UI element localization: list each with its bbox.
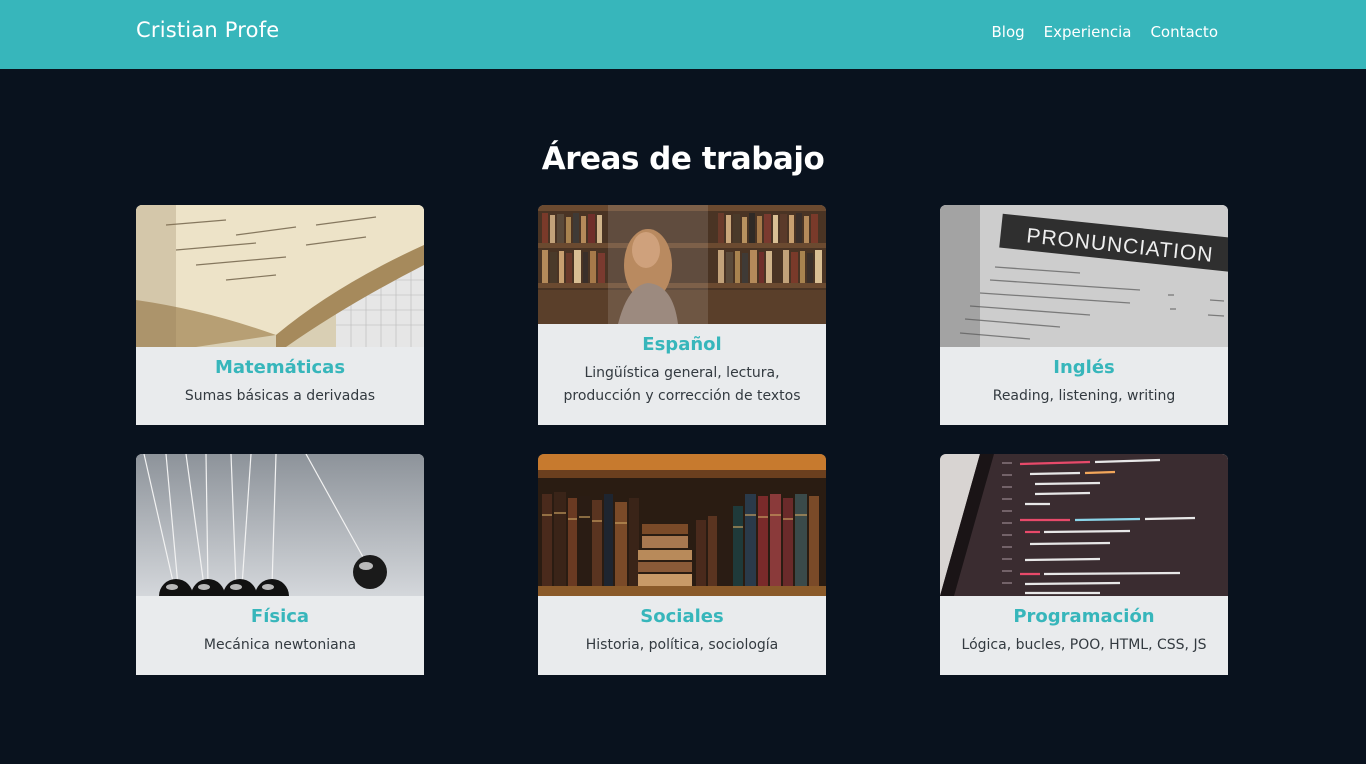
card-fisica[interactable]: Física Mecánica newtoniana bbox=[136, 454, 424, 675]
card-description: Historia, política, sociología bbox=[585, 637, 779, 653]
card-description: Reading, listening, writing bbox=[992, 388, 1176, 404]
navbar: Cristian Profe Blog Experiencia Contacto bbox=[0, 0, 1366, 69]
card-image-library bbox=[538, 205, 826, 324]
card-ingles[interactable]: PRONUNCIATION Inglés Reading, listening,… bbox=[940, 205, 1228, 425]
card-body: Español Lingüística general, lectura, pr… bbox=[538, 324, 826, 408]
card-title: Física bbox=[250, 606, 310, 627]
card-image-old-books bbox=[538, 454, 826, 596]
card-image-math-notebook bbox=[136, 205, 424, 347]
nav-links: Blog Experiencia Contacto bbox=[992, 23, 1219, 41]
card-body: Matemáticas Sumas básicas a derivadas bbox=[136, 347, 424, 408]
card-title: Matemáticas bbox=[214, 357, 346, 378]
card-image-newtons-cradle bbox=[136, 454, 424, 596]
card-body: Física Mecánica newtoniana bbox=[136, 596, 424, 657]
card-title: Inglés bbox=[1053, 357, 1115, 378]
card-image-pronunciation: PRONUNCIATION bbox=[940, 205, 1228, 347]
brand-link[interactable]: Cristian Profe bbox=[136, 18, 279, 42]
card-description: Lógica, bucles, POO, HTML, CSS, JS bbox=[961, 637, 1207, 653]
nav-link-contacto[interactable]: Contacto bbox=[1150, 23, 1218, 41]
nav-link-blog[interactable]: Blog bbox=[992, 23, 1025, 41]
card-description: Mecánica newtoniana bbox=[203, 637, 357, 653]
section-title: Áreas de trabajo bbox=[541, 141, 825, 177]
card-description: Lingüística general, lectura, producción… bbox=[563, 365, 801, 404]
card-sociales[interactable]: Sociales Historia, política, sociología bbox=[538, 454, 826, 675]
card-espanol[interactable]: Español Lingüística general, lectura, pr… bbox=[538, 205, 826, 425]
card-title: Programación bbox=[1013, 606, 1155, 627]
card-image-code-screen bbox=[940, 454, 1228, 596]
card-body: Programación Lógica, bucles, POO, HTML, … bbox=[940, 596, 1228, 657]
card-body: Inglés Reading, listening, writing bbox=[940, 347, 1228, 408]
card-title: Sociales bbox=[640, 606, 724, 627]
card-matematicas[interactable]: Matemáticas Sumas básicas a derivadas bbox=[136, 205, 424, 425]
nav-link-experiencia[interactable]: Experiencia bbox=[1044, 23, 1132, 41]
card-body: Sociales Historia, política, sociología bbox=[538, 596, 826, 657]
card-title: Español bbox=[642, 334, 722, 355]
card-description: Sumas básicas a derivadas bbox=[184, 388, 376, 404]
card-programacion[interactable]: Programación Lógica, bucles, POO, HTML, … bbox=[940, 454, 1228, 675]
